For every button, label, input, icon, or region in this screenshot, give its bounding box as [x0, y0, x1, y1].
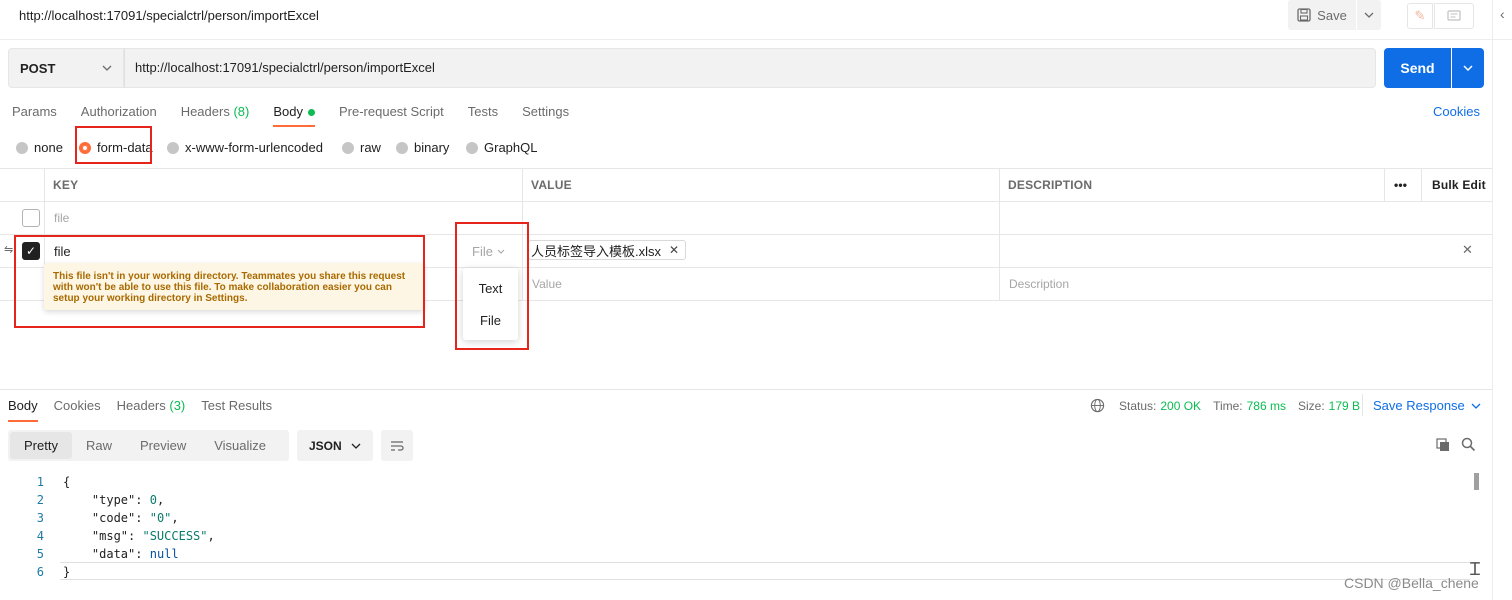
column-divider — [999, 168, 1000, 300]
radio-icon — [342, 141, 354, 154]
body-mode-none[interactable]: none — [16, 140, 63, 155]
chevron-down-icon — [102, 65, 112, 71]
response-tab-test-results[interactable]: Test Results — [201, 398, 272, 422]
annotation-box-type-menu — [455, 222, 529, 350]
view-preview[interactable]: Preview — [126, 432, 200, 459]
tab-pre-request-script[interactable]: Pre-request Script — [339, 104, 444, 127]
radio-icon — [466, 141, 478, 154]
bulk-edit-button[interactable]: Bulk Edit — [1432, 178, 1486, 192]
method-label: POST — [20, 60, 56, 76]
code-line: 4 "msg": "SUCCESS", — [36, 529, 215, 543]
save-response-button[interactable]: Save Response — [1373, 398, 1481, 413]
save-label: Save — [1317, 7, 1347, 23]
body-mode-urlencoded[interactable]: x-www-form-urlencoded — [167, 140, 323, 155]
request-title[interactable]: http://localhost:17091/specialctrl/perso… — [19, 8, 319, 23]
status-value: 200 OK — [1160, 398, 1202, 413]
remove-file-icon[interactable]: ✕ — [669, 243, 679, 257]
radio-icon — [16, 141, 28, 154]
tab-tests[interactable]: Tests — [468, 104, 498, 127]
view-raw[interactable]: Raw — [72, 432, 126, 459]
drag-handle-icon[interactable]: ⇋ — [4, 243, 13, 256]
response-tab-body[interactable]: Body — [8, 398, 38, 422]
tab-body[interactable]: Body — [273, 104, 315, 127]
description-placeholder[interactable]: Description — [1009, 277, 1069, 291]
chevron-down-icon — [1471, 403, 1481, 409]
delete-row-icon[interactable]: ✕ — [1462, 242, 1473, 258]
file-chip[interactable]: 人员标签导入模板.xlsx ✕ — [528, 240, 687, 260]
table-border — [0, 168, 1492, 169]
watermark: CSDN @Bella_chene — [1344, 575, 1479, 591]
time-value: 786 ms — [1246, 398, 1286, 413]
save-icon — [1297, 8, 1311, 22]
cookies-link[interactable]: Cookies — [1433, 104, 1480, 119]
save-options-chevron-icon[interactable] — [1357, 0, 1381, 30]
view-visualize[interactable]: Visualize — [200, 432, 280, 459]
size-label: Size: — [1297, 398, 1325, 413]
scrollbar-thumb[interactable] — [1474, 473, 1479, 490]
annotation-box-tooltip — [14, 235, 425, 328]
code-line: 2 "type": 0, — [36, 493, 165, 507]
response-headers-count: (3) — [169, 398, 186, 413]
radio-icon — [396, 141, 408, 154]
radio-icon — [167, 141, 179, 154]
response-divider — [0, 389, 1492, 390]
response-status-bar: Status: 200 OK Time: 786 ms Size: 179 B — [1090, 398, 1368, 413]
annotation-box-form-data — [75, 126, 152, 164]
code-line: 6} — [36, 565, 71, 579]
code-line: 1{ — [36, 475, 71, 489]
chevron-left-icon[interactable]: ‹ — [1500, 6, 1505, 22]
response-body-editor[interactable]: 1{ 2 "type": 0, 3 "code": "0", 4 "msg": … — [0, 473, 1490, 581]
tab-authorization[interactable]: Authorization — [81, 104, 157, 127]
wrap-lines-icon[interactable] — [381, 430, 413, 461]
file-name: 人员标签导入模板.xlsx — [531, 243, 662, 259]
globe-icon[interactable] — [1090, 398, 1105, 413]
send-options-chevron-icon[interactable] — [1452, 48, 1484, 88]
time-label: Time: — [1213, 398, 1243, 413]
response-tabs: Body Cookies Headers (3) Test Results — [8, 398, 288, 422]
column-divider — [1421, 168, 1422, 202]
table-border — [0, 201, 1492, 202]
status-divider — [1362, 394, 1363, 416]
value-placeholder[interactable]: Value — [532, 277, 562, 291]
column-header-key: KEY — [53, 178, 79, 192]
response-view-modes: Pretty Raw Preview Visualize — [8, 430, 289, 461]
url-input[interactable]: http://localhost:17091/specialctrl/perso… — [124, 48, 1376, 88]
comment-icon[interactable] — [1434, 3, 1474, 29]
request-tabs: Params Authorization Headers (8) Body Pr… — [12, 104, 593, 127]
code-line: 3 "code": "0", — [36, 511, 179, 525]
send-button[interactable]: Send — [1384, 48, 1451, 88]
format-select[interactable]: JSON — [297, 430, 373, 461]
key-placeholder[interactable]: file — [54, 211, 69, 225]
save-button[interactable]: Save — [1288, 0, 1356, 30]
copy-icon[interactable] — [1436, 438, 1450, 455]
headers-count: (8) — [233, 104, 250, 119]
chevron-down-icon — [351, 443, 361, 449]
body-mode-graphql[interactable]: GraphQL — [466, 140, 537, 155]
pencil-icon[interactable]: ✎ — [1407, 3, 1433, 29]
column-header-value: VALUE — [531, 178, 572, 192]
tab-headers[interactable]: Headers (8) — [181, 104, 250, 127]
sidebar-divider — [1492, 0, 1493, 600]
tab-params[interactable]: Params — [12, 104, 57, 127]
code-line: 5 "data": null — [36, 547, 179, 561]
body-indicator-dot — [307, 109, 315, 117]
method-select[interactable]: POST — [8, 48, 124, 88]
status-label: Status: — [1119, 398, 1157, 413]
row-checkbox[interactable] — [22, 209, 40, 227]
response-tab-cookies[interactable]: Cookies — [54, 398, 101, 422]
body-mode-raw[interactable]: raw — [342, 140, 381, 155]
column-header-description: DESCRIPTION — [1008, 178, 1093, 192]
response-tab-headers[interactable]: Headers (3) — [117, 398, 186, 422]
tab-settings[interactable]: Settings — [522, 104, 569, 127]
body-mode-binary[interactable]: binary — [396, 140, 449, 155]
column-divider — [1384, 168, 1385, 202]
size-value: 179 B — [1328, 398, 1361, 413]
view-pretty[interactable]: Pretty — [10, 432, 72, 459]
search-icon[interactable] — [1461, 437, 1476, 455]
more-options-icon[interactable]: ••• — [1394, 178, 1407, 192]
format-label: JSON — [309, 438, 342, 453]
